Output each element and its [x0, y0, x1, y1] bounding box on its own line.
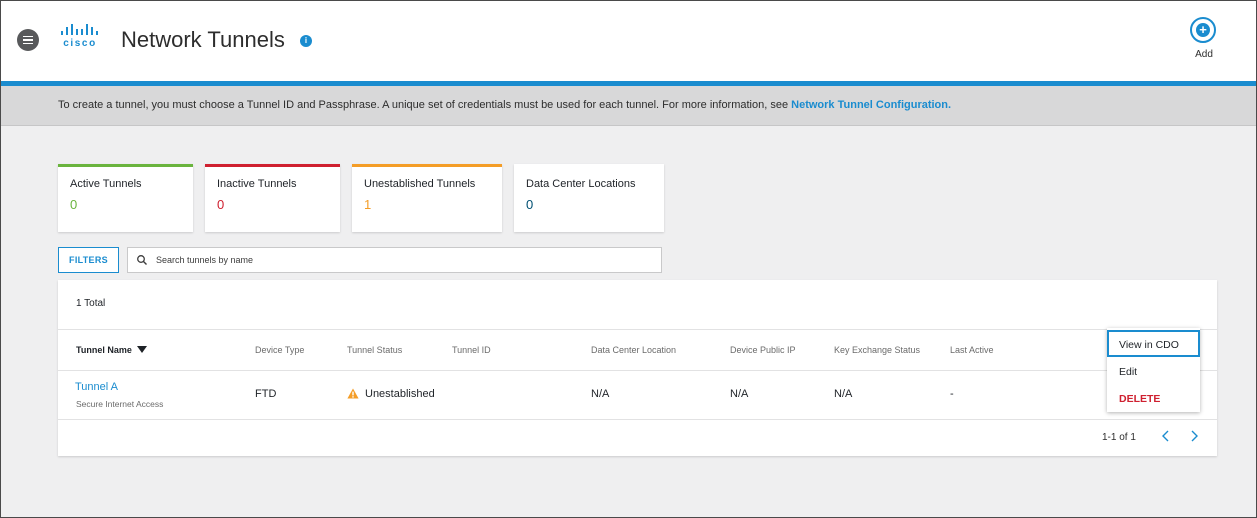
column-header-data-center-location[interactable]: Data Center Location	[591, 345, 676, 355]
cisco-bridge-icon	[61, 24, 98, 35]
sort-descending-icon[interactable]	[137, 346, 147, 353]
cell-device-public-ip: N/A	[730, 388, 749, 400]
page-title: Network Tunnels	[121, 27, 285, 52]
top-header: cisco Network Tunnels i + Add	[1, 1, 1256, 81]
column-header-tunnel-id[interactable]: Tunnel ID	[452, 345, 491, 355]
tunnel-name-link[interactable]: Tunnel A	[75, 381, 118, 393]
warning-icon	[347, 388, 359, 399]
stat-label: Unestablished Tunnels	[364, 178, 476, 190]
stat-card-data-center-locations[interactable]: Data Center Locations 0	[514, 164, 664, 232]
search-input[interactable]	[156, 251, 651, 269]
cell-key-exchange-status: N/A	[834, 388, 853, 400]
stat-card-unestablished-tunnels[interactable]: Unestablished Tunnels 1	[352, 164, 502, 232]
cell-device-type: FTD	[255, 388, 277, 400]
pagination-range: 1-1 of 1	[1102, 432, 1136, 443]
divider	[58, 370, 1217, 371]
hamburger-menu-button[interactable]	[17, 29, 39, 51]
cisco-logo: cisco	[57, 23, 103, 51]
stat-label: Active Tunnels	[70, 178, 142, 190]
banner-text: To create a tunnel, you must choose a Tu…	[58, 99, 792, 111]
app-window: cisco Network Tunnels i + Add To create …	[0, 0, 1257, 518]
menu-line	[23, 42, 33, 45]
column-header-device-type[interactable]: Device Type	[255, 345, 304, 355]
menu-item-edit[interactable]: Edit	[1107, 357, 1200, 384]
info-icon[interactable]: i	[300, 35, 312, 47]
filters-button[interactable]: FILTERS	[58, 247, 119, 273]
divider	[58, 329, 1217, 330]
search-icon	[137, 255, 147, 265]
column-header-tunnel-status[interactable]: Tunnel Status	[347, 345, 402, 355]
chevron-right-icon[interactable]	[1186, 428, 1202, 444]
info-banner: To create a tunnel, you must choose a Tu…	[1, 86, 1256, 126]
cell-last-active: -	[950, 388, 954, 400]
chevron-left-icon[interactable]	[1158, 428, 1174, 444]
menu-item-view-in-cdo[interactable]: View in CDO	[1107, 330, 1200, 357]
menu-item-delete[interactable]: DELETE	[1107, 384, 1200, 411]
tunnels-table-panel: 1 Total Tunnel Name Device Type Tunnel S…	[58, 280, 1217, 456]
stat-label: Inactive Tunnels	[217, 178, 297, 190]
add-button[interactable]: +	[1190, 17, 1216, 43]
cisco-wordmark: cisco	[63, 38, 97, 49]
stat-value: 0	[217, 197, 225, 212]
row-actions-menu: View in CDO Edit DELETE	[1107, 328, 1200, 412]
total-count: 1 Total	[76, 298, 106, 309]
stat-card-inactive-tunnels[interactable]: Inactive Tunnels 0	[205, 164, 340, 232]
stat-label: Data Center Locations	[526, 178, 636, 190]
stat-card-active-tunnels[interactable]: Active Tunnels 0	[58, 164, 193, 232]
divider	[58, 419, 1217, 420]
stat-value: 1	[364, 197, 372, 212]
tunnel-subtitle: Secure Internet Access	[76, 399, 164, 409]
column-header-last-active[interactable]: Last Active	[950, 345, 994, 355]
plus-icon: +	[1196, 23, 1210, 37]
search-box[interactable]	[127, 247, 662, 273]
menu-line	[23, 35, 33, 38]
add-label: Add	[1195, 49, 1213, 60]
column-header-device-public-ip[interactable]: Device Public IP	[730, 345, 796, 355]
stat-value: 0	[70, 197, 78, 212]
column-header-tunnel-name[interactable]: Tunnel Name	[76, 345, 132, 355]
network-tunnel-configuration-link[interactable]: Network Tunnel Configuration.	[791, 99, 951, 111]
column-header-key-exchange-status[interactable]: Key Exchange Status	[834, 345, 920, 355]
cell-tunnel-status: Unestablished	[365, 388, 435, 400]
cell-data-center-location: N/A	[591, 388, 610, 400]
menu-line	[23, 39, 33, 41]
stat-value: 0	[526, 197, 534, 212]
